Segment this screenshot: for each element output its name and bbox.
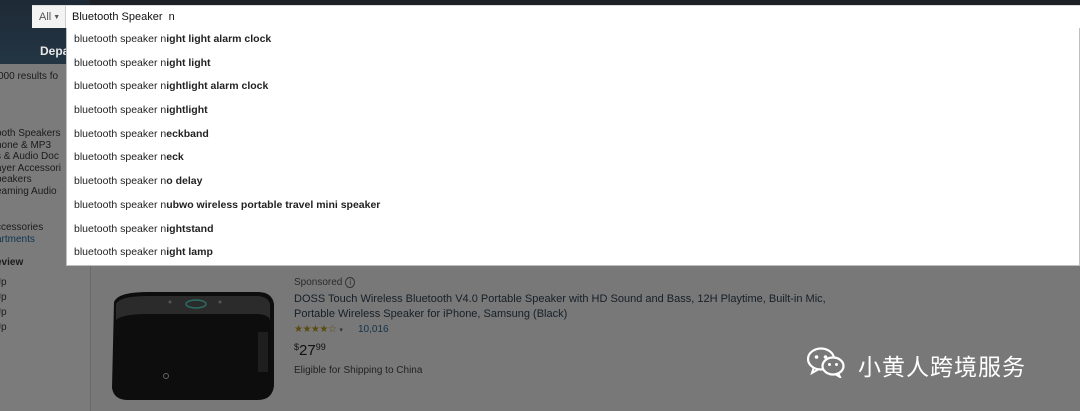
autocomplete-dropdown: bluetooth speaker night light alarm cloc… <box>66 28 1080 266</box>
suggestion-item[interactable]: bluetooth speaker night lamp <box>67 241 1079 265</box>
suggestion-item[interactable]: bluetooth speaker night light <box>67 52 1079 76</box>
review-filter-item[interactable]: Jp <box>0 290 7 305</box>
departments-label[interactable]: Depa <box>40 44 69 58</box>
review-filter-list: Jp Jp Jp Jp <box>0 275 7 335</box>
watermark-text: 小黄人跨境服务 <box>858 355 1026 381</box>
review-count-link[interactable]: 10,016 <box>358 324 389 335</box>
suggestion-item[interactable]: bluetooth speaker no delay <box>67 170 1079 194</box>
suggestion-item[interactable]: bluetooth speaker nightstand <box>67 218 1079 242</box>
star-rating[interactable]: ★★★★☆ ▾ <box>294 324 343 335</box>
product-image[interactable] <box>108 290 276 404</box>
search-category-dropdown[interactable]: All ▼ <box>32 6 66 28</box>
review-filter-item[interactable]: Jp <box>0 305 7 320</box>
search-category-label: All <box>39 11 52 23</box>
accessories-link[interactable]: ccessories <box>0 222 43 234</box>
accessories-section: ccessories artments <box>0 222 43 246</box>
review-filter-item[interactable]: Jp <box>0 320 7 335</box>
suggestion-item[interactable]: bluetooth speaker nubwo wireless portabl… <box>67 194 1079 218</box>
category-link[interactable]: peakers <box>0 174 61 186</box>
category-link[interactable]: eaming Audio <box>0 186 61 198</box>
info-icon[interactable]: i <box>345 277 356 288</box>
category-link[interactable]: ayer Accessori <box>0 163 61 175</box>
review-filter-item[interactable]: Jp <box>0 275 7 290</box>
search-bar: All ▼ <box>32 5 1080 28</box>
departments-link[interactable]: artments <box>0 234 43 246</box>
wechat-icon <box>806 347 845 378</box>
suggestion-item[interactable]: bluetooth speaker night light alarm cloc… <box>67 28 1079 52</box>
category-link[interactable]: ooth Speakers <box>0 128 61 140</box>
suggestion-item[interactable]: bluetooth speaker nightlight alarm clock <box>67 75 1079 99</box>
sponsored-label: Sponsored i <box>294 277 356 288</box>
search-input[interactable] <box>72 7 1072 27</box>
suggestion-item[interactable]: bluetooth speaker neck <box>67 146 1079 170</box>
results-count: 000 results fo <box>0 71 59 82</box>
search-result-item: Sponsored i DOSS Touch Wireless Bluetooth… <box>90 266 1080 411</box>
suggestion-item[interactable]: bluetooth speaker neckband <box>67 123 1079 147</box>
product-price: $2799 <box>294 342 326 359</box>
product-title-link[interactable]: DOSS Touch Wireless Bluetooth V4.0 Porta… <box>294 292 834 321</box>
watermark: 小黄人跨境服务 <box>806 342 1056 382</box>
category-list: ooth Speakers hone & MP3 s & Audio Doc a… <box>0 128 61 198</box>
category-link[interactable]: s & Audio Doc <box>0 151 61 163</box>
category-link[interactable]: hone & MP3 <box>0 140 61 152</box>
suggestion-item[interactable]: bluetooth speaker nightlight <box>67 99 1079 123</box>
review-heading: eview <box>0 257 24 268</box>
shipping-info: Eligible for Shipping to China <box>294 365 423 376</box>
chevron-down-icon: ▾ <box>339 327 343 334</box>
chevron-down-icon: ▼ <box>53 14 61 21</box>
